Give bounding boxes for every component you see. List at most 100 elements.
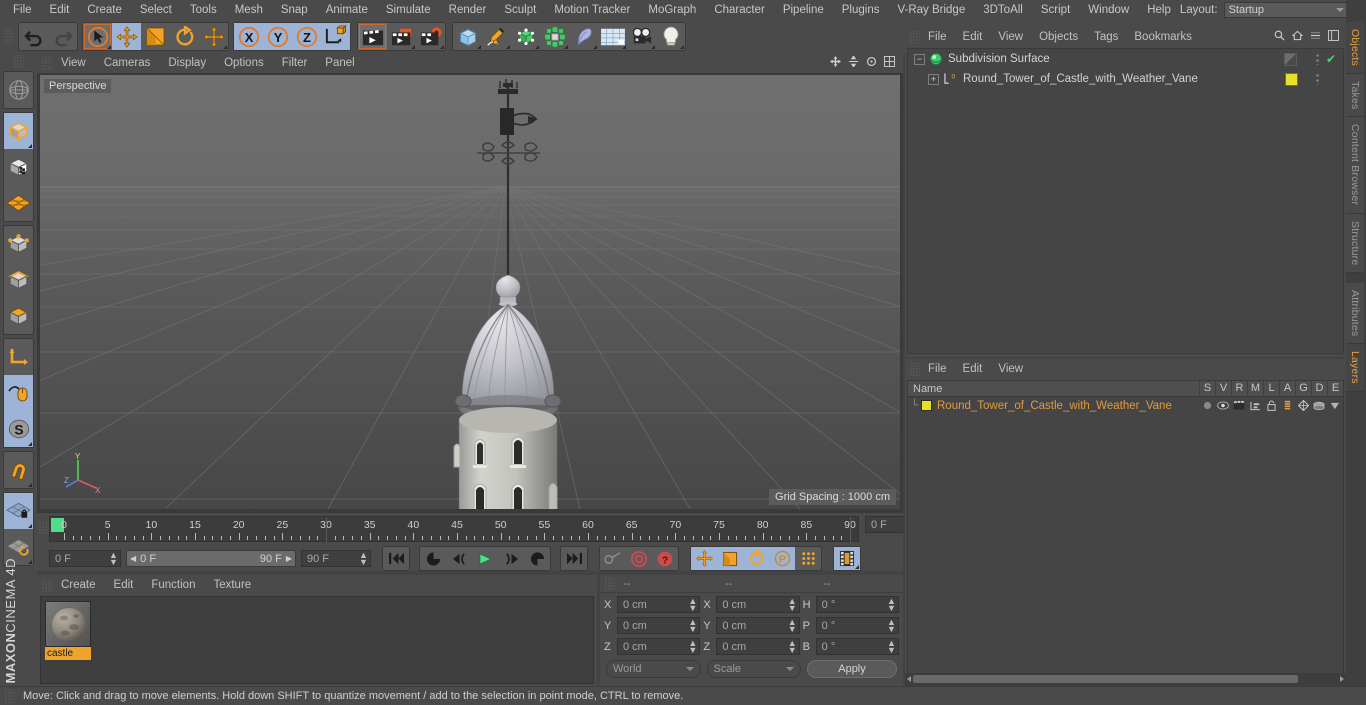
stepper-icon[interactable]: ▲▼ xyxy=(887,596,896,612)
tag-dots-icon[interactable] xyxy=(1316,74,1319,85)
scale-tool[interactable] xyxy=(141,23,170,50)
layer-expression-icon[interactable] xyxy=(1327,401,1343,411)
scroll-left-arrow-icon[interactable] xyxy=(907,676,911,682)
object-search-icon[interactable] xyxy=(1274,30,1285,44)
move-axis-tool[interactable] xyxy=(199,23,228,50)
timeline-ruler[interactable]: 051015202530354045505560657075808590 xyxy=(49,516,859,543)
position-y-field[interactable]: 0 cm ▲ ▼ xyxy=(617,617,701,634)
range-left-arrow-icon[interactable]: ◀ xyxy=(130,554,136,563)
autokey-button[interactable] xyxy=(600,547,626,570)
viewport-menu-display[interactable]: Display xyxy=(159,53,215,73)
tool-options-corner[interactable] xyxy=(28,144,32,148)
menu-sculpt[interactable]: Sculpt xyxy=(495,0,545,20)
live-selection-tool[interactable] xyxy=(83,23,112,50)
tool-options-corner[interactable] xyxy=(28,483,32,487)
material-list[interactable]: castle xyxy=(40,596,594,684)
object-row-subdivision-surface[interactable]: − Subdivision Surface ✔ xyxy=(908,49,1343,69)
rotation-b-field[interactable]: 0 ° ▲ ▼ xyxy=(815,638,899,655)
stepper-icon[interactable]: ▲▼ xyxy=(887,638,896,654)
layer-manager-icon[interactable] xyxy=(1247,401,1263,411)
layer-solo-icon[interactable] xyxy=(1199,401,1215,410)
material-preview-thumbnail[interactable] xyxy=(45,601,91,647)
stepper-icon[interactable]: ▲▼ xyxy=(359,550,368,566)
size-z-field[interactable]: 0 cm ▲ ▼ xyxy=(716,638,800,655)
preview-range-bar[interactable]: ◀ 0 F 90 F ▶ xyxy=(126,550,296,567)
position-x-field[interactable]: 0 cm ▲ ▼ xyxy=(617,596,701,613)
menu-animate[interactable]: Animate xyxy=(317,0,377,20)
viewport-move-icon[interactable] xyxy=(830,56,841,70)
layer-deformer-icon[interactable] xyxy=(1311,401,1327,411)
scroll-right-arrow-icon[interactable] xyxy=(1340,676,1344,682)
viewport-menu-cameras[interactable]: Cameras xyxy=(95,53,160,73)
rotation-key-button[interactable] xyxy=(743,547,769,570)
render-settings-button[interactable] xyxy=(416,23,445,50)
frame-back-button[interactable] xyxy=(446,547,472,570)
record-active-objects-button[interactable] xyxy=(626,547,652,570)
scale-key-button[interactable] xyxy=(717,547,743,570)
frame-back-key-button[interactable] xyxy=(420,547,446,570)
undo-button[interactable] xyxy=(19,23,48,50)
viewport-menu-view[interactable]: View xyxy=(52,53,95,73)
menu-simulate[interactable]: Simulate xyxy=(377,0,440,20)
material-name-label[interactable]: castle xyxy=(45,647,91,660)
tool-options-corner[interactable] xyxy=(593,45,597,49)
range-right-arrow-icon[interactable]: ▶ xyxy=(286,554,292,563)
tool-options-corner[interactable] xyxy=(506,45,510,49)
status-gripper[interactable] xyxy=(4,689,15,703)
stepper-icon[interactable]: ▲▼ xyxy=(688,638,697,654)
object-row-round-tower[interactable]: + 0 Round_Tower_of_Castle_with_Weather_V… xyxy=(908,69,1343,89)
goto-start-button[interactable] xyxy=(383,547,409,570)
texture-mode-button[interactable] xyxy=(4,149,33,185)
pen-spline-button[interactable] xyxy=(482,23,511,50)
object-menu-file[interactable]: File xyxy=(920,27,955,47)
mograph-cloner-button[interactable] xyxy=(540,23,569,50)
tab-objects[interactable]: Objects xyxy=(1346,22,1364,74)
redo-button[interactable] xyxy=(48,23,77,50)
layer-menu-file[interactable]: File xyxy=(920,359,955,379)
tag-dots-icon[interactable] xyxy=(1316,54,1319,65)
layout-dropdown[interactable]: Startup xyxy=(1223,2,1349,18)
tab-attributes[interactable]: Attributes xyxy=(1346,283,1364,345)
menu-render[interactable]: Render xyxy=(440,0,496,20)
material-gripper[interactable] xyxy=(41,578,52,592)
display-override-icon[interactable] xyxy=(1284,53,1297,66)
layer-row[interactable]: └ Round_Tower_of_Castle_with_Weather_Van… xyxy=(908,397,1343,414)
tool-options-corner[interactable] xyxy=(564,45,568,49)
viewport-rotate-icon[interactable] xyxy=(866,56,877,70)
stepper-icon[interactable]: ▲▼ xyxy=(109,550,118,566)
tool-options-corner[interactable] xyxy=(107,45,111,49)
tool-options-corner[interactable] xyxy=(622,45,626,49)
material-item[interactable]: castle xyxy=(45,601,91,660)
world-axis-button[interactable] xyxy=(4,72,33,108)
tool-options-corner[interactable] xyxy=(855,565,859,569)
move-tool[interactable] xyxy=(112,23,141,50)
cube-primitive-button[interactable] xyxy=(453,23,482,50)
layer-horizontal-scrollbar[interactable] xyxy=(905,673,1346,686)
tab-layers[interactable]: Layers xyxy=(1346,344,1364,393)
render-view-button[interactable] xyxy=(358,23,387,50)
stepper-icon[interactable]: ▲▼ xyxy=(887,617,896,633)
viewport-menu-panel[interactable]: Panel xyxy=(316,53,363,73)
viewport-gripper[interactable] xyxy=(41,56,52,70)
tool-options-corner[interactable] xyxy=(223,45,227,49)
position-key-button[interactable] xyxy=(691,547,717,570)
position-z-field[interactable]: 0 cm ▲ ▼ xyxy=(617,638,701,655)
bend-deformer-button[interactable] xyxy=(569,23,598,50)
edge-mode-button[interactable] xyxy=(4,262,33,298)
menu-snap[interactable]: Snap xyxy=(272,0,317,20)
tool-options-corner[interactable] xyxy=(28,442,32,446)
axis-lock-z[interactable]: Z xyxy=(292,23,321,50)
object-menu-objects[interactable]: Objects xyxy=(1031,27,1086,47)
play-loop-button[interactable] xyxy=(524,547,550,570)
polygon-mode-button[interactable] xyxy=(4,298,33,334)
object-collapse-icon[interactable] xyxy=(1310,30,1321,44)
menu-select[interactable]: Select xyxy=(131,0,181,20)
layer-color-swatch[interactable] xyxy=(921,400,932,411)
expander-collapse-icon[interactable]: − xyxy=(914,53,925,65)
object-manager-gripper[interactable] xyxy=(909,30,920,44)
size-y-field[interactable]: 0 cm ▲ ▼ xyxy=(716,617,800,634)
object-menu-edit[interactable]: Edit xyxy=(955,27,991,47)
menu-help[interactable]: Help xyxy=(1138,0,1180,20)
object-home-icon[interactable] xyxy=(1291,30,1304,44)
scrollbar-thumb[interactable] xyxy=(913,675,1298,683)
